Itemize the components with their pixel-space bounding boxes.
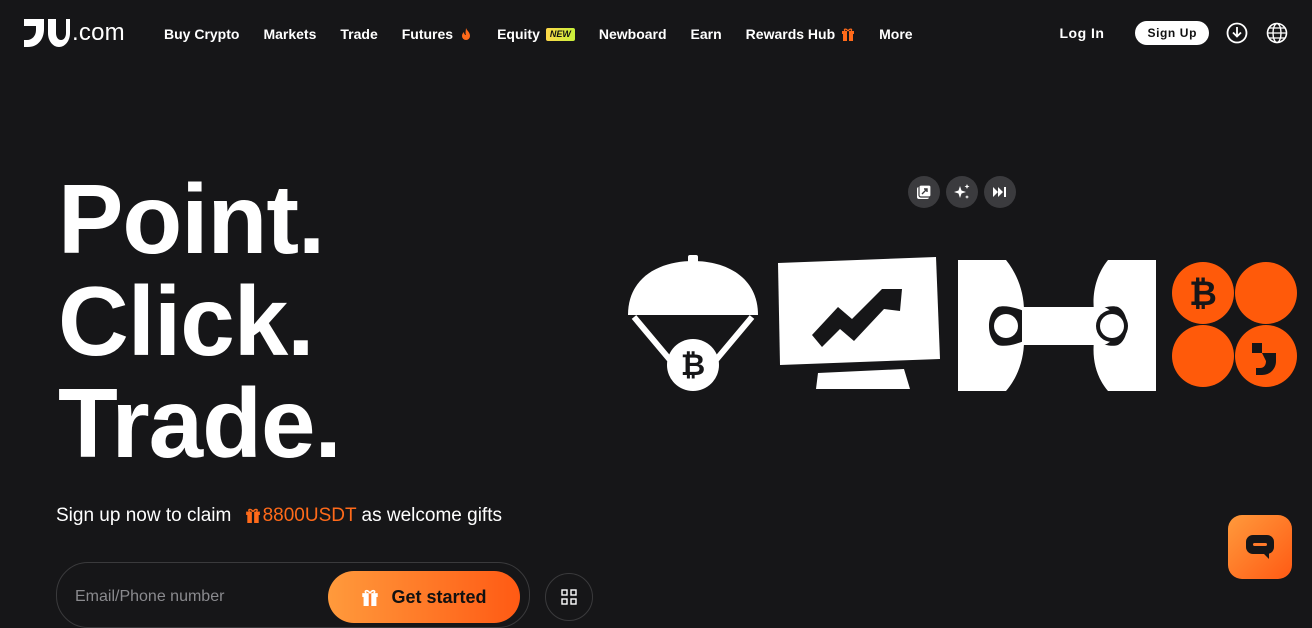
hero-line-trade: Trade. [58,368,342,478]
nav-links: Buy Crypto Markets Trade Futures Equity … [164,24,937,44]
qr-code-icon [561,589,577,605]
sparkle-icon [954,184,970,199]
top-nav: .com Buy Crypto Markets Trade Futures Eq… [0,0,1312,68]
login-link[interactable]: Log In [1059,25,1104,41]
fire-icon [462,28,471,40]
chat-bubble-icon [1246,535,1274,559]
nav-earn[interactable]: Earn [691,24,722,44]
nav-rewards-hub[interactable]: Rewards Hub [746,24,855,44]
email-phone-input[interactable] [73,587,317,607]
gift-icon [842,28,855,41]
coins-grid-icon: ₿ [1172,262,1297,387]
media-controls [908,176,1022,208]
nav-label: More [879,26,913,42]
hero-title: Point. Click. Trade. [58,164,342,478]
welcome-gift-text: Sign up now to claim 8800USDT as welcome… [56,505,502,527]
nav-label: Newboard [598,26,667,42]
nav-actions: Log In Sign Up [1059,21,1288,45]
nav-equity[interactable]: Equity NEW [497,24,575,44]
get-started-label: Get started [391,586,487,607]
download-icon[interactable] [1226,22,1248,44]
nav-futures[interactable]: Futures [402,24,473,44]
nav-newboard[interactable]: Newboard [599,24,667,44]
new-badge: NEW [545,27,575,41]
gift-amount: 8800USDT [262,505,357,526]
parachute-bitcoin-icon: ₿ [628,255,758,391]
svg-text:₿: ₿ [681,348,705,383]
logo-text: .com [72,19,125,46]
hero-illustration: ₿ ₿ [628,255,1297,391]
subline-prefix: Sign up now to claim [56,505,232,526]
support-chat-button[interactable] [1228,515,1292,579]
gift-icon [245,508,260,523]
nav-label: Markets [263,26,317,42]
get-started-button[interactable]: Get started [328,571,520,623]
chart-monitor-icon [778,257,940,389]
picture-in-picture-button[interactable] [908,176,940,208]
nav-label: Futures [401,26,454,42]
sparkle-button[interactable] [946,176,978,208]
nav-label: Trade [340,26,378,42]
nav-label: Buy Crypto [164,26,240,42]
nav-label: Rewards Hub [745,26,836,42]
connector-icon [958,260,1156,391]
picture-in-picture-icon [917,184,932,199]
signup-button[interactable]: Sign Up [1135,21,1209,45]
svg-text:₿: ₿ [1189,274,1217,314]
nav-markets[interactable]: Markets [263,24,316,44]
globe-icon[interactable] [1266,22,1288,44]
logo[interactable]: .com [24,18,125,48]
nav-buy-crypto[interactable]: Buy Crypto [164,24,239,44]
nav-label: Earn [690,26,722,42]
nav-more[interactable]: More [879,24,912,44]
hero-line-point: Point. [58,164,325,274]
skip-forward-icon [993,187,1006,197]
skip-forward-button[interactable] [984,176,1016,208]
nav-trade[interactable]: Trade [340,24,377,44]
signup-form: Get started [56,562,530,628]
qr-code-button[interactable] [545,573,593,621]
logo-mark-icon [24,19,70,47]
hero-line-click: Click. [58,266,314,376]
gift-icon [362,589,379,606]
nav-label: Equity [497,26,540,42]
subline-suffix: as welcome gifts [361,505,502,526]
